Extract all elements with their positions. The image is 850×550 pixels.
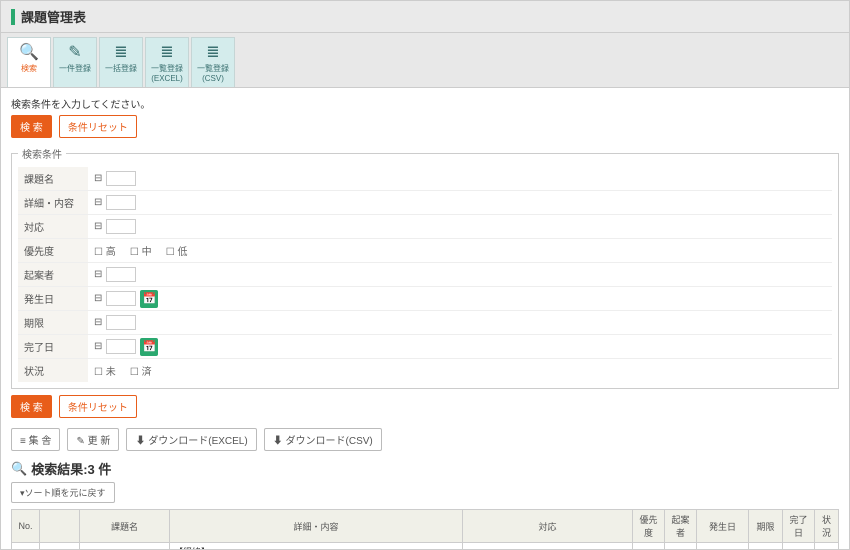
label-taio: 対応 <box>18 215 88 238</box>
search-conditions: 検索条件 課題名⊟ 詳細・内容⊟ 対応⊟ 優先度☐ 高 ☐ 中 ☐ 低 起案者⊟… <box>11 146 839 389</box>
search-tip: 検索条件を入力してください。 <box>11 96 839 111</box>
sort-reset-button[interactable]: ▾ソート順を元に戻す <box>11 482 115 503</box>
col-detail[interactable]: 詳細・内容 <box>170 510 463 543</box>
col-no[interactable]: No. <box>12 510 40 543</box>
calendar-icon[interactable]: 📅 <box>140 290 158 308</box>
reset-button[interactable]: 条件リセット <box>59 395 137 418</box>
label-status: 状況 <box>18 359 88 382</box>
label-raiser: 起案者 <box>18 263 88 286</box>
list-icon: ≣ <box>102 42 140 62</box>
cell-status: 未 <box>815 543 839 550</box>
label-done: 完了日 <box>18 335 88 358</box>
page-title: 課題管理表 <box>1 1 849 33</box>
chk-mi[interactable]: ☐ 未 <box>94 363 116 378</box>
chk-sumi[interactable]: ☐ 済 <box>130 363 152 378</box>
tab-bar: 🔍検索 ✎一件登録 ≣一括登録 ≣一覧登録(EXCEL) ≣一覧登録(CSV) <box>1 33 849 88</box>
col-prio[interactable]: 優先度 <box>633 510 665 543</box>
cell-done <box>783 543 815 550</box>
input-name[interactable] <box>106 171 136 186</box>
chk-low[interactable]: ☐ 低 <box>166 243 188 258</box>
search-button-top[interactable]: 検 索 <box>11 115 52 138</box>
tab-csv[interactable]: ≣一覧登録(CSV) <box>191 37 235 87</box>
cell-name: 開発環境が決まっていない。 <box>80 543 170 550</box>
col-taio[interactable]: 対応 <box>463 510 633 543</box>
input-done[interactable] <box>106 339 136 354</box>
col-name[interactable]: 課題名 <box>80 510 170 543</box>
list-icon: ≣ <box>194 42 232 62</box>
label-name: 課題名 <box>18 167 88 190</box>
label-occur: 発生日 <box>18 287 88 310</box>
table-row: 1明会に連絡開発環境が決まっていない。【経緯】グループ標準にないアーキテクチャを… <box>12 543 839 550</box>
tab-single[interactable]: ✎一件登録 <box>53 37 97 87</box>
calendar-icon[interactable]: 📅 <box>140 338 158 356</box>
reset-button-top[interactable]: 条件リセット <box>59 115 137 138</box>
pencil-icon: ✎ <box>56 42 94 62</box>
cell-due: 10月末 <box>749 543 783 550</box>
cell-detail: 【経緯】グループ標準にないアーキテクチャを採用したいが、申請可否がプロジェクトで… <box>170 543 463 550</box>
label-priority: 優先度 <box>18 239 88 262</box>
col-status[interactable]: 状況 <box>815 510 839 543</box>
tab-excel[interactable]: ≣一覧登録(EXCEL) <box>145 37 189 87</box>
label-due: 期限 <box>18 311 88 334</box>
col-done[interactable]: 完了日 <box>783 510 815 543</box>
cell-taio: ・企画部へ問合せ中（9/2 田中課長） <box>463 543 633 550</box>
tab-search[interactable]: 🔍検索 <box>7 37 51 87</box>
gather-button[interactable]: ≡ 集 舎 <box>11 428 60 451</box>
input-detail[interactable] <box>106 195 136 210</box>
search-button[interactable]: 検 索 <box>11 395 52 418</box>
download-csv-button[interactable]: ⬇ ダウンロード(CSV) <box>264 428 382 451</box>
col-due[interactable]: 期限 <box>749 510 783 543</box>
chk-mid[interactable]: ☐ 中 <box>130 243 152 258</box>
input-due[interactable] <box>106 315 136 330</box>
input-taio[interactable] <box>106 219 136 234</box>
label-detail: 詳細・内容 <box>18 191 88 214</box>
list-icon: ≣ <box>148 42 186 62</box>
col-raiser[interactable]: 起案者 <box>665 510 697 543</box>
refresh-button[interactable]: ✎ 更 新 <box>67 428 119 451</box>
cell-no: 1 <box>12 543 40 550</box>
results-table: No. 課題名 詳細・内容 対応 優先度 起案者 発生日 期限 完了日 状況 1… <box>11 509 839 550</box>
results-heading: 検索結果:3 件 <box>11 459 839 478</box>
input-occur[interactable] <box>106 291 136 306</box>
download-excel-button[interactable]: ⬇ ダウンロード(EXCEL) <box>126 428 256 451</box>
search-icon: 🔍 <box>10 42 48 62</box>
input-raiser[interactable] <box>106 267 136 282</box>
search-legend: 検索条件 <box>18 146 66 161</box>
chk-high[interactable]: ☐ 高 <box>94 243 116 258</box>
cell-occur: 2018-10-02 <box>697 543 749 550</box>
cell-prio: 中 <box>633 543 665 550</box>
cell-raiser: 山本 <box>665 543 697 550</box>
col-occur[interactable]: 発生日 <box>697 510 749 543</box>
tab-bulk[interactable]: ≣一括登録 <box>99 37 143 87</box>
